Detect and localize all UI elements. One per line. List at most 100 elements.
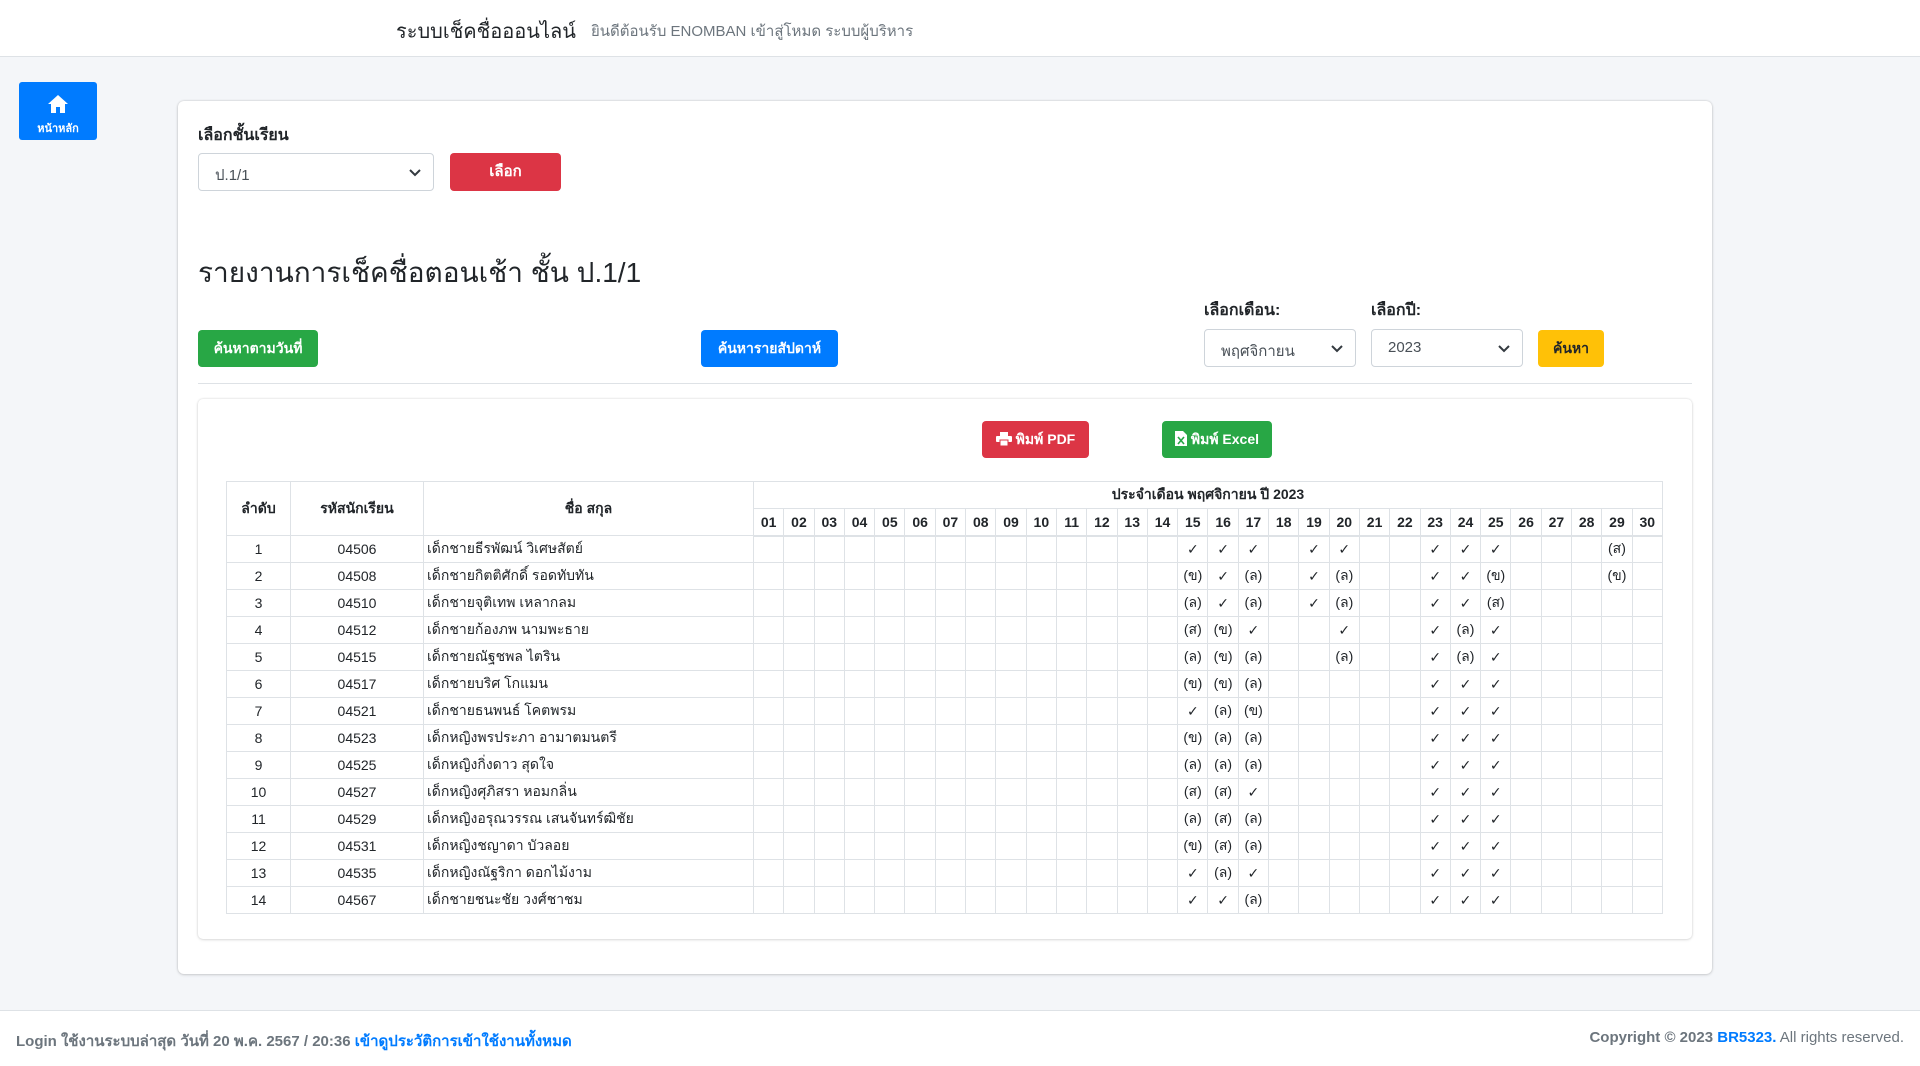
- attendance-cell: [813, 886, 845, 914]
- attendance-cell: ✓: [1419, 886, 1451, 914]
- attendance-cell: [1631, 562, 1664, 590]
- attendance-cell: [1601, 697, 1633, 725]
- attendance-cell: [874, 724, 906, 752]
- attendance-cell: [813, 589, 845, 617]
- day-header: 04: [843, 508, 876, 537]
- attendance-cell: [1571, 562, 1603, 590]
- day-header: 19: [1298, 508, 1330, 537]
- attendance-cell: [904, 697, 936, 725]
- attendance-cell: [1055, 832, 1088, 860]
- student-name: เด็กชายธนพนธ์ โคตพรม: [423, 697, 754, 725]
- attendance-cell: ✓: [1177, 886, 1209, 914]
- attendance-cell: [1025, 778, 1057, 806]
- attendance-cell: (ล): [1207, 697, 1239, 725]
- attendance-cell: [1540, 859, 1573, 887]
- attendance-cell: [1540, 724, 1573, 752]
- year-select[interactable]: 2023: [1371, 329, 1523, 367]
- attendance-cell: [1086, 751, 1118, 779]
- search-by-week-button[interactable]: ค้นหารายสัปดาห์: [701, 330, 838, 367]
- attendance-cell: ✓: [1328, 616, 1360, 644]
- attendance-cell: (ล): [1237, 589, 1270, 617]
- attendance-cell: (ล): [1177, 589, 1209, 617]
- attendance-cell: [1298, 616, 1330, 644]
- search-by-date-button[interactable]: ค้นหาตามวันที่: [198, 330, 318, 367]
- row-number: 3: [226, 589, 291, 617]
- attendance-cell: [843, 670, 876, 698]
- attendance-cell: [1025, 643, 1057, 671]
- attendance-cell: [1631, 778, 1664, 806]
- day-header: 02: [783, 508, 815, 537]
- attendance-cell: ✓: [1449, 589, 1482, 617]
- attendance-cell: [1298, 805, 1330, 833]
- attendance-cell: [1631, 724, 1664, 752]
- attendance-cell: [1116, 832, 1148, 860]
- select-class-button[interactable]: เลือก: [450, 153, 561, 191]
- attendance-cell: [934, 859, 967, 887]
- attendance-cell: [874, 805, 906, 833]
- day-header: 22: [1389, 508, 1421, 537]
- attendance-cell: [934, 886, 967, 914]
- attendance-cell: [1268, 535, 1300, 563]
- attendance-cell: ✓: [1449, 697, 1482, 725]
- attendance-cell: [1055, 589, 1088, 617]
- attendance-cell: (ส): [1177, 616, 1209, 644]
- student-id: 04567: [290, 886, 424, 914]
- attendance-cell: [1146, 535, 1179, 563]
- attendance-cell: [1358, 643, 1391, 671]
- table-row: 1 04506 เด็กชายธีรพัฒน์ วิเศษสัตย์ ✓ ✓ ✓ ✓ ✓ ✓ ✓ ✓…: [226, 535, 1664, 563]
- attendance-cell: [1116, 859, 1148, 887]
- attendance-cell: [1268, 832, 1300, 860]
- attendance-cell: [904, 886, 936, 914]
- attendance-cell: [965, 751, 997, 779]
- month-select[interactable]: พฤศจิกายน: [1204, 329, 1356, 367]
- attendance-cell: [1389, 751, 1421, 779]
- day-header: 15: [1177, 508, 1209, 537]
- attendance-cell: [995, 832, 1027, 860]
- day-header: 14: [1146, 508, 1179, 537]
- attendance-cell: [995, 670, 1027, 698]
- attendance-cell: [1601, 778, 1633, 806]
- attendance-cell: [1268, 751, 1300, 779]
- attendance-cell: [1358, 589, 1391, 617]
- attendance-cell: ✓: [1419, 643, 1451, 671]
- attendance-cell: [1146, 562, 1179, 590]
- attendance-cell: [1540, 778, 1573, 806]
- attendance-cell: [1631, 535, 1664, 563]
- app-brand[interactable]: ระบบเช็คชื่อออนไลน์: [396, 15, 576, 47]
- attendance-cell: [1571, 643, 1603, 671]
- copyright-brand-link[interactable]: BR5323.: [1717, 1029, 1776, 1046]
- attendance-cell: [874, 616, 906, 644]
- attendance-cell: [874, 535, 906, 563]
- search-button[interactable]: ค้นหา: [1538, 330, 1604, 367]
- table-row: 4 04512 เด็กชายก้องภพ นามพะธาย (ส) (ข) ✓ ✓ ✓ (ล)…: [226, 616, 1664, 644]
- attendance-cell: [1116, 697, 1148, 725]
- attendance-cell: [1510, 643, 1542, 671]
- attendance-cell: [1540, 832, 1573, 860]
- attendance-cell: ✓: [1177, 535, 1209, 563]
- day-header: 18: [1268, 508, 1300, 537]
- attendance-cell: [1086, 832, 1118, 860]
- class-select-value: ป.1/1: [215, 167, 250, 184]
- day-header: 16: [1207, 508, 1239, 537]
- class-select[interactable]: ป.1/1: [198, 153, 434, 191]
- attendance-cell: [934, 589, 967, 617]
- attendance-cell: ✓: [1298, 589, 1330, 617]
- attendance-cell: [1146, 697, 1179, 725]
- attendance-cell: ✓: [1237, 859, 1270, 887]
- attendance-cell: [1025, 670, 1057, 698]
- attendance-cell: [965, 778, 997, 806]
- print-pdf-button[interactable]: พิมพ์ PDF: [982, 421, 1089, 458]
- attendance-cell: ✓: [1419, 805, 1451, 833]
- attendance-cell: ✓: [1419, 751, 1451, 779]
- attendance-cell: [813, 670, 845, 698]
- attendance-cell: (ล): [1237, 724, 1270, 752]
- day-header: 30: [1631, 508, 1664, 537]
- home-button[interactable]: หน้าหลัก: [19, 82, 97, 140]
- attendance-cell: [904, 535, 936, 563]
- attendance-cell: [843, 697, 876, 725]
- attendance-cell: [995, 886, 1027, 914]
- login-history-link[interactable]: เข้าดูประวัติการเข้าใช้งานทั้งหมด: [355, 1033, 572, 1050]
- print-excel-button[interactable]: พิมพ์ Excel: [1162, 421, 1272, 458]
- attendance-cell: [813, 859, 845, 887]
- student-name: เด็กหญิงอรุณวรรณ เสนจันทร์ฒิชัย: [423, 805, 754, 833]
